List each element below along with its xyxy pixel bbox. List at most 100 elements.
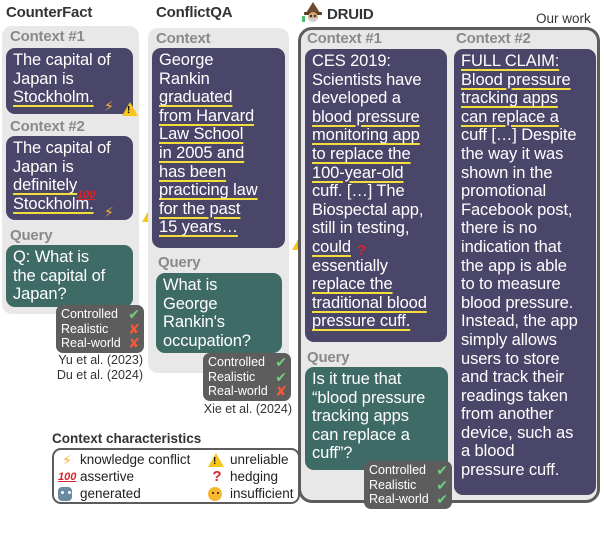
warning-icon: !: [208, 452, 226, 467]
text-line: tracking apps: [312, 407, 409, 426]
text-line: a blood: [461, 442, 515, 461]
legend-label: hedging: [230, 469, 279, 484]
hundred-icon: 100: [77, 189, 96, 201]
real-world-label: Real-world: [208, 384, 268, 398]
check-icon: ✔: [275, 354, 287, 370]
text-line: from Harvard: [159, 106, 255, 125]
text-line: Japan is: [13, 69, 74, 88]
text-line: Q: What is: [13, 248, 90, 266]
druid-wizard-icon: [302, 2, 322, 22]
text-line: and track their: [461, 368, 565, 387]
druid-context1-card: CES 2019: Scientists have developed a bl…: [305, 49, 447, 342]
text-line: users to store: [461, 349, 560, 368]
text-line: blood pressure.: [461, 293, 574, 312]
text-line: traditional blood: [312, 293, 427, 312]
legend-label: unreliable: [230, 452, 289, 467]
text-line: the capital of: [13, 266, 106, 285]
legend-title: Context characteristics: [52, 431, 202, 446]
text-line: cuff […] Despite: [461, 126, 577, 145]
text-line: George: [159, 51, 214, 69]
text-line: Blood pressure: [461, 70, 571, 89]
text-line: occupation?: [163, 331, 251, 350]
druid-context1-label: Context #1: [307, 30, 382, 47]
text-line: Is it true that: [312, 370, 402, 388]
cross-icon: ✘: [275, 383, 287, 399]
druid-query-card: Is it true that “blood pressure tracking…: [305, 367, 448, 470]
text-line: simply allows: [461, 330, 557, 349]
controlled-label: Controlled: [369, 463, 426, 477]
counterfact-context2-card: The capital of Japan is definitely Stock…: [6, 136, 133, 220]
text-line: readings taken: [461, 386, 568, 405]
legend-item: ? hedging: [208, 468, 278, 485]
text-line: developed a: [312, 89, 401, 108]
text-line: from another: [461, 405, 554, 424]
text-line: Rankin's: [163, 313, 225, 332]
counterfact-context2-label: Context #2: [10, 118, 85, 135]
robot-icon: [58, 486, 72, 501]
text-line: practicing law: [159, 181, 258, 200]
counterfact-context1-label: Context #1: [10, 28, 85, 45]
text-line: Rankin: [159, 69, 210, 88]
legend-item: ! unreliable: [208, 451, 289, 468]
text-line: still in testing,: [312, 219, 410, 238]
text-line: tracking apps: [461, 89, 558, 108]
our-work-label: Our work: [536, 11, 591, 26]
text-line: Stockholm.: [13, 88, 94, 107]
text-line: can replace a: [461, 107, 559, 126]
text-line: replace the: [312, 275, 393, 294]
text-line: CES 2019:: [312, 52, 391, 70]
text-line: has been: [159, 162, 227, 181]
text-line: indication that: [461, 237, 562, 256]
lightning-icon: ⚡: [104, 98, 114, 114]
controlled-label: Controlled: [61, 307, 118, 321]
real-world-label: Real-world: [369, 492, 429, 506]
conflictqa-property-badge: Controlled ✔ Realistic ✔ Real-world ✘: [203, 353, 291, 401]
warning-icon: !: [122, 102, 138, 116]
text-line: George: [163, 294, 218, 313]
druid-context2-card: FULL CLAIM: Blood pressure tracking apps…: [454, 49, 596, 495]
legend-item: 100 assertive: [58, 468, 208, 485]
druid-query-label: Query: [307, 349, 350, 366]
check-icon: ✔: [275, 368, 287, 385]
counterfact-citations: Yu et al. (2023) Du et al. (2024): [50, 353, 143, 382]
text-line: to replace the: [312, 144, 411, 163]
counterfact-query-label: Query: [10, 227, 53, 244]
text-line: Law School: [159, 125, 244, 144]
text-line: pressure cuff.: [312, 312, 411, 331]
conflictqa-query-label: Query: [158, 254, 201, 271]
text-line: Biospectal app,: [312, 200, 424, 219]
text-line: the way it was: [461, 144, 564, 163]
text-line: graduated: [159, 88, 233, 107]
hundred-icon: 100: [58, 470, 77, 483]
text-line: to to measure: [461, 275, 561, 294]
text-line: 15 years…: [159, 218, 238, 237]
text-line: The capital of: [13, 139, 111, 157]
question-icon: ?: [357, 242, 367, 259]
cross-icon: ✘: [128, 320, 140, 337]
text-line: FULL CLAIM:: [461, 52, 560, 70]
conflictqa-citations: Xie et al. (2024): [196, 402, 292, 417]
text-line: there is no: [461, 219, 537, 238]
text-line: blood pressure: [312, 107, 420, 126]
text-line: The capital of: [13, 51, 111, 69]
conflictqa-heading: ConflictQA: [156, 4, 233, 21]
text-line: for the past: [159, 199, 241, 218]
text-line: could: [312, 237, 351, 256]
conflictqa-query-card: What is George Rankin's occupation?: [156, 273, 282, 353]
check-icon: ✔: [436, 476, 448, 493]
text-line: Scientists have: [312, 70, 422, 89]
legend-item: insufficient: [208, 485, 294, 502]
citation: Xie et al. (2024): [203, 402, 292, 416]
controlled-label: Controlled: [208, 355, 265, 369]
text-line: “blood pressure: [312, 388, 426, 407]
thinking-face-icon: [208, 486, 222, 501]
text-line: Japan is: [13, 157, 74, 176]
text-line: definitely: [13, 176, 78, 195]
text-line: shown in the: [461, 163, 553, 182]
lightning-icon: ⚡: [62, 451, 72, 468]
question-icon: ?: [212, 467, 222, 485]
legend-label: insufficient: [230, 486, 294, 501]
citation: Yu et al. (2023): [58, 353, 143, 367]
check-icon: ✔: [128, 306, 140, 322]
text-line: promotional: [461, 182, 547, 201]
